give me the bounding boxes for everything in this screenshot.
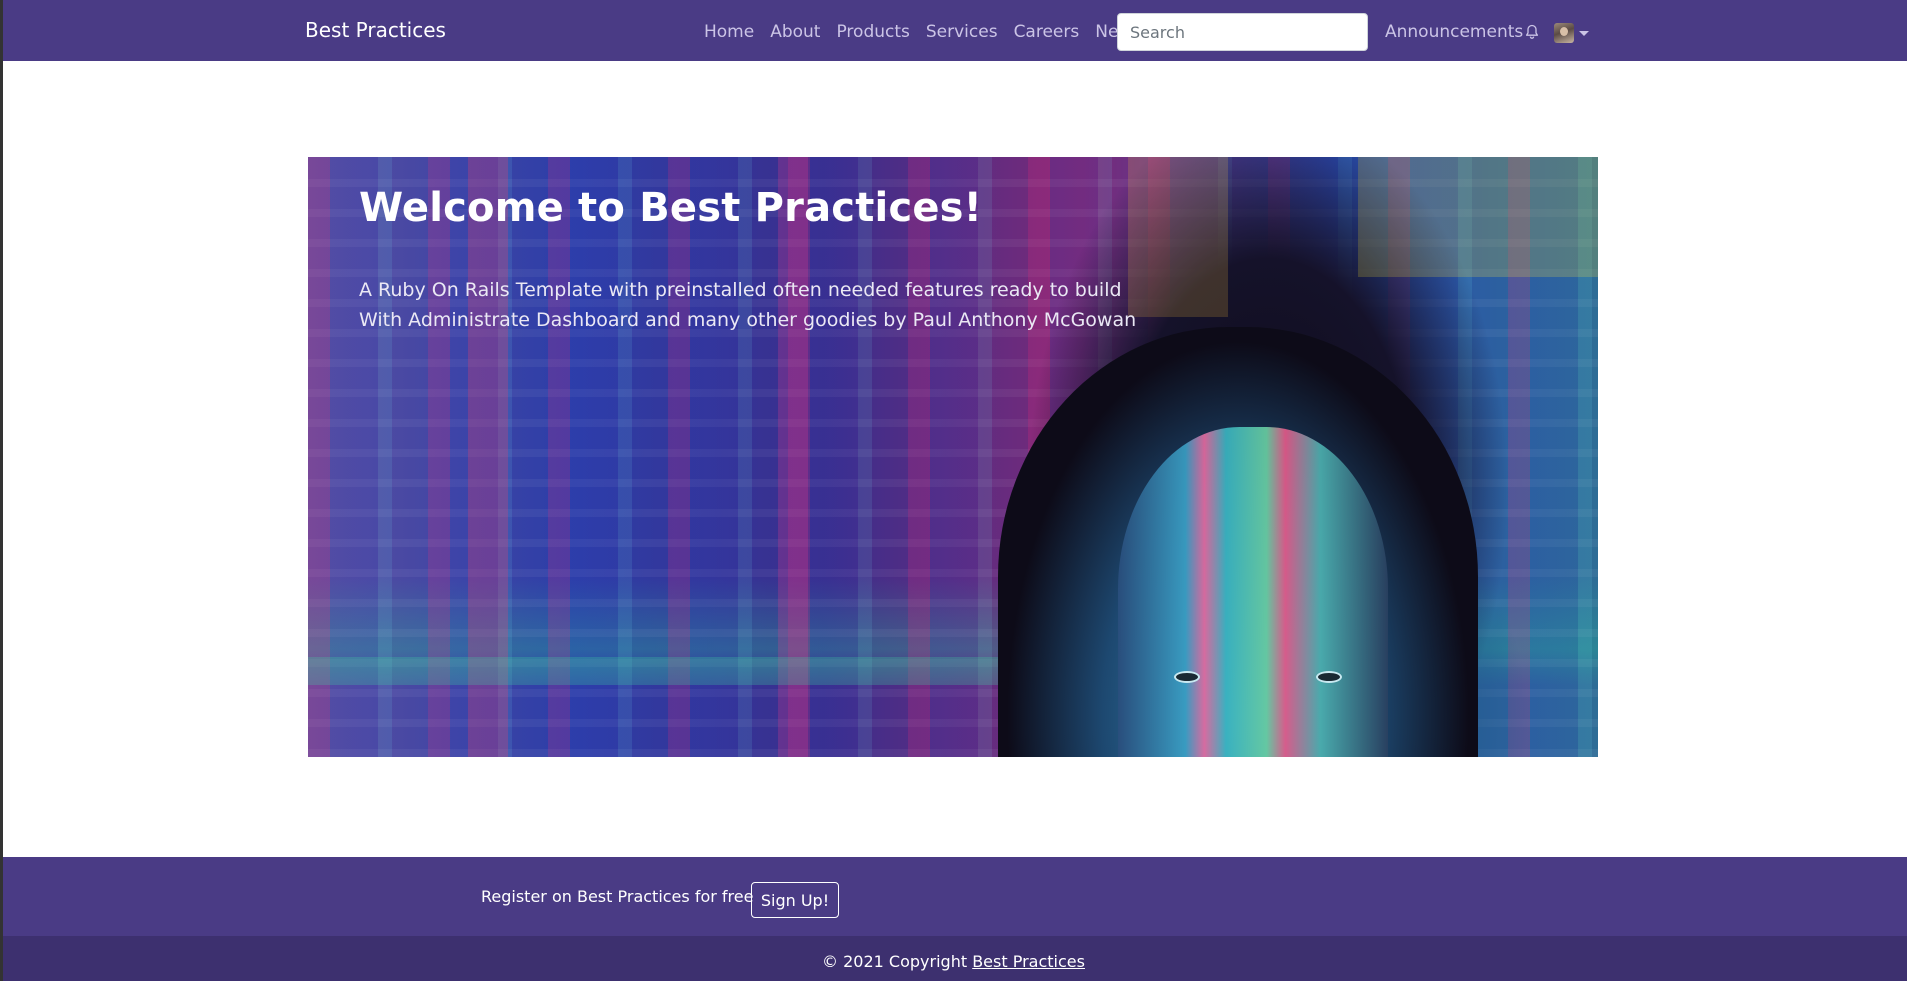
nav-link-home[interactable]: Home (704, 22, 754, 42)
nav-link-services[interactable]: Services (926, 22, 998, 42)
signup-cta-bar: Register on Best Practices for free Sign… (0, 857, 1907, 936)
caret-down-icon (1579, 30, 1589, 36)
nav-link-products[interactable]: Products (836, 22, 909, 42)
hero-description-line: With Administrate Dashboard and many oth… (359, 309, 1137, 331)
copyright-line: © 2021 Copyright Best Practices (0, 952, 1907, 971)
search-input[interactable] (1117, 13, 1368, 51)
signup-cta-text: Register on Best Practices for free (481, 887, 754, 906)
hero-description: A Ruby On Rails Template with preinstall… (359, 275, 1159, 335)
user-menu-toggle[interactable] (1554, 22, 1594, 44)
nav-link-careers[interactable]: Careers (1014, 22, 1080, 42)
sign-up-button[interactable]: Sign Up! (751, 882, 839, 918)
hero-title: Welcome to Best Practices! (359, 185, 983, 231)
hero-bg-stripe (1358, 157, 1598, 277)
top-navbar: Best Practices Home About Products Servi… (0, 0, 1907, 61)
hero-description-line: A Ruby On Rails Template with preinstall… (359, 279, 1122, 301)
footer-brand-link[interactable]: Best Practices (972, 952, 1085, 971)
hero-image-eye (1174, 671, 1200, 683)
window-left-edge (0, 0, 3, 981)
hero-banner: Welcome to Best Practices! A Ruby On Rai… (308, 157, 1598, 757)
page-footer: © 2021 Copyright Best Practices (0, 936, 1907, 981)
bell-icon[interactable] (1524, 24, 1540, 40)
brand-link[interactable]: Best Practices (305, 18, 446, 42)
nav-links: Home About Products Services Careers New… (704, 22, 1157, 42)
user-avatar (1554, 23, 1574, 43)
announcements-link[interactable]: Announcements (1385, 22, 1523, 42)
nav-link-about[interactable]: About (770, 22, 820, 42)
hero-image-eye (1316, 671, 1342, 683)
copyright-text: © 2021 Copyright (822, 952, 968, 971)
hero-image-face (1118, 427, 1388, 757)
